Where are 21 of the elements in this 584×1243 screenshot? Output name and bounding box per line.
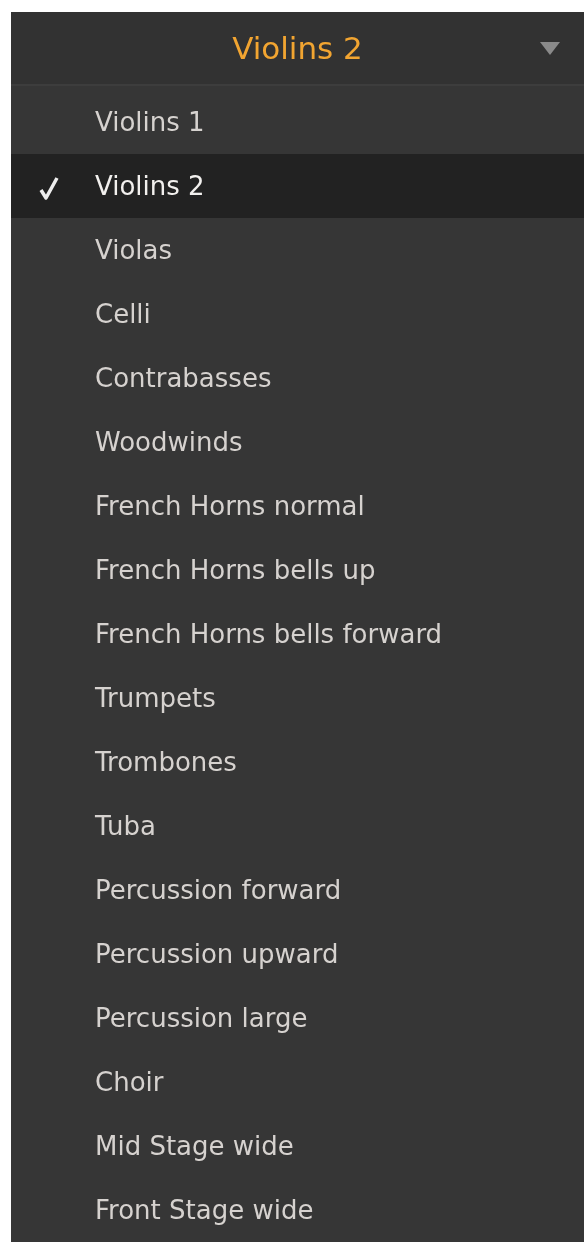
- menu-item[interactable]: Violins 1: [11, 90, 584, 154]
- dropdown-arrow-icon: [540, 42, 560, 55]
- menu-item[interactable]: Violas: [11, 218, 584, 282]
- menu-item[interactable]: Celli: [11, 282, 584, 346]
- instrument-dropdown[interactable]: Violins 2: [11, 12, 584, 86]
- menu-item[interactable]: Percussion forward: [11, 858, 584, 922]
- menu-item[interactable]: Tuba: [11, 794, 584, 858]
- menu-item[interactable]: Percussion large: [11, 986, 584, 1050]
- menu-item[interactable]: Trumpets: [11, 666, 584, 730]
- checkmark-icon: [39, 176, 59, 200]
- menu-item[interactable]: French Horns bells forward: [11, 602, 584, 666]
- menu-item[interactable]: Percussion upward: [11, 922, 584, 986]
- menu-item[interactable]: Choir: [11, 1050, 584, 1114]
- menu-item[interactable]: Front Stage wide: [11, 1178, 584, 1242]
- menu-item[interactable]: Trombones: [11, 730, 584, 794]
- menu-item[interactable]: French Horns bells up: [11, 538, 584, 602]
- menu-item[interactable]: Violins 2: [11, 154, 584, 218]
- menu-item[interactable]: Mid Stage wide: [11, 1114, 584, 1178]
- menu-item[interactable]: Woodwinds: [11, 410, 584, 474]
- menu-item[interactable]: Contrabasses: [11, 346, 584, 410]
- menu-item[interactable]: French Horns normal: [11, 474, 584, 538]
